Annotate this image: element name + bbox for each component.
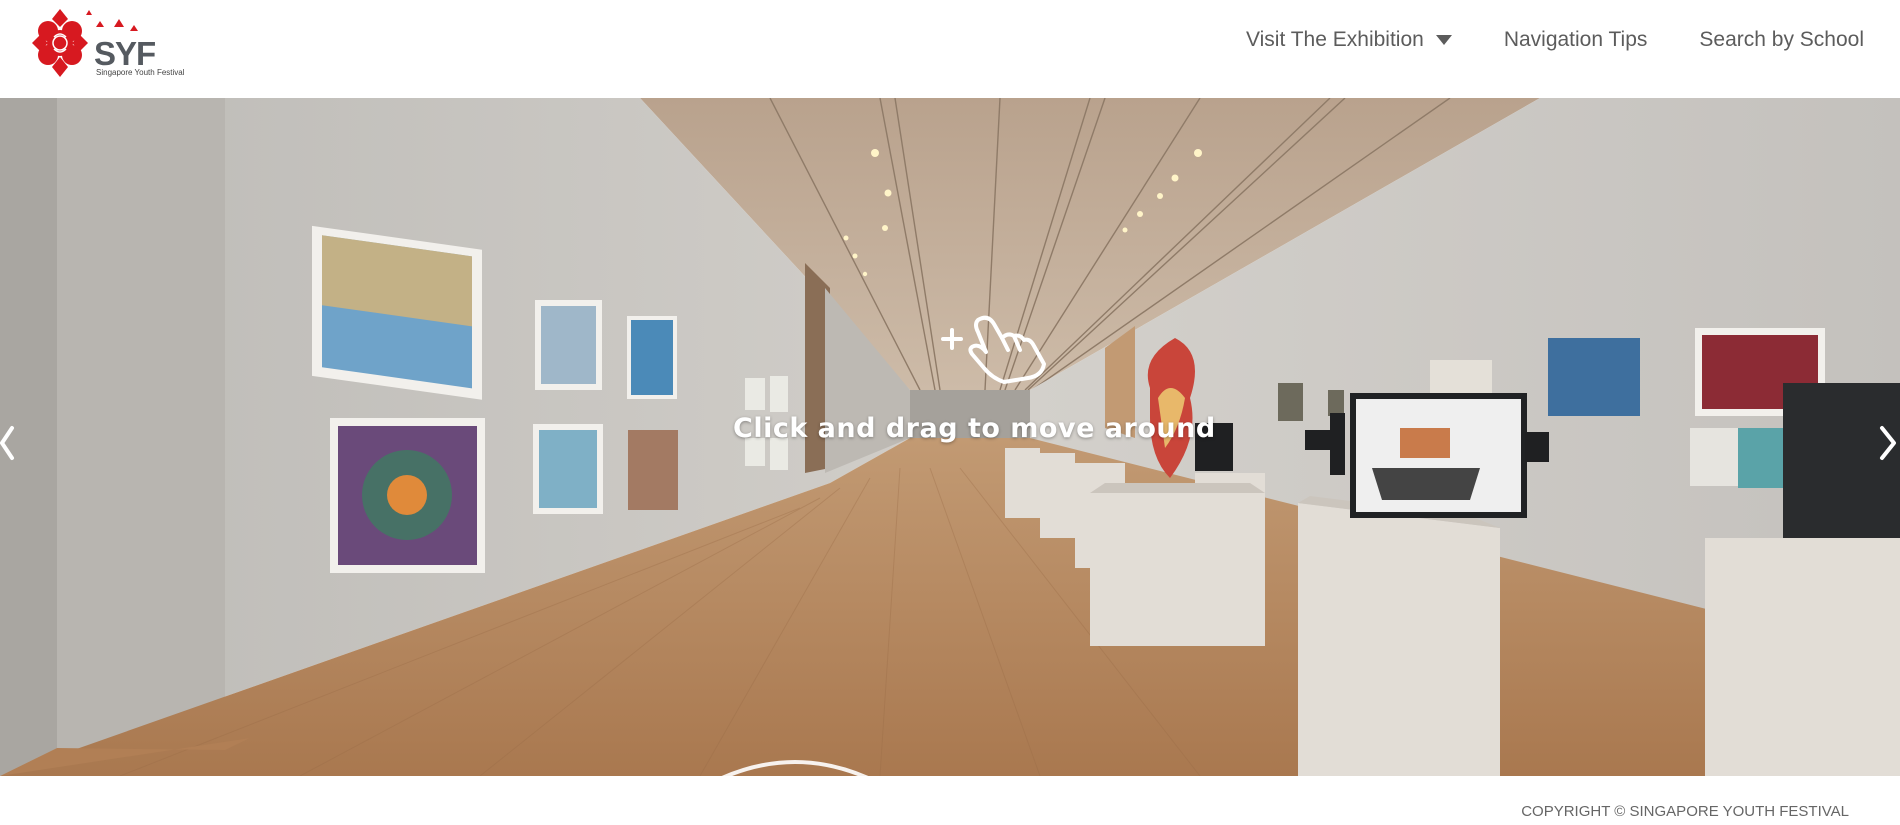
next-view-button[interactable] <box>1870 418 1900 468</box>
site-header: SYF Singapore Youth Festival Visit The E… <box>0 0 1900 98</box>
nav-navigation-tips[interactable]: Navigation Tips <box>1504 28 1648 52</box>
logo-wordmark: SYF <box>94 35 156 72</box>
main-nav: Visit The Exhibition Navigation Tips Sea… <box>1194 28 1864 52</box>
logo-subtitle: Singapore Youth Festival <box>96 68 185 77</box>
caret-down-icon <box>1435 35 1452 45</box>
nav-visit-exhibition-label: Visit The Exhibition <box>1245 28 1424 51</box>
chevron-right-icon <box>1880 426 1896 460</box>
copyright-text: COPYRIGHT © SINGAPORE YOUTH FESTIVAL <box>1521 803 1849 820</box>
site-footer: COPYRIGHT © SINGAPORE YOUTH FESTIVAL <box>0 776 1900 825</box>
gallery-scene <box>0 98 1900 776</box>
nav-visit-exhibition[interactable]: Visit The Exhibition <box>1246 28 1452 52</box>
nav-navigation-tips-label: Navigation Tips <box>1503 28 1648 51</box>
nav-search-by-school[interactable]: Search by School <box>1699 28 1864 52</box>
nav-search-by-school-label: Search by School <box>1699 28 1864 51</box>
syf-logo[interactable]: SYF Singapore Youth Festival <box>26 5 186 79</box>
compass-ring-icon[interactable] <box>720 758 870 776</box>
prev-view-button[interactable] <box>0 418 30 468</box>
chevron-left-icon <box>0 426 14 460</box>
gallery-360-viewer[interactable]: Click and drag to move around <box>0 98 1900 776</box>
